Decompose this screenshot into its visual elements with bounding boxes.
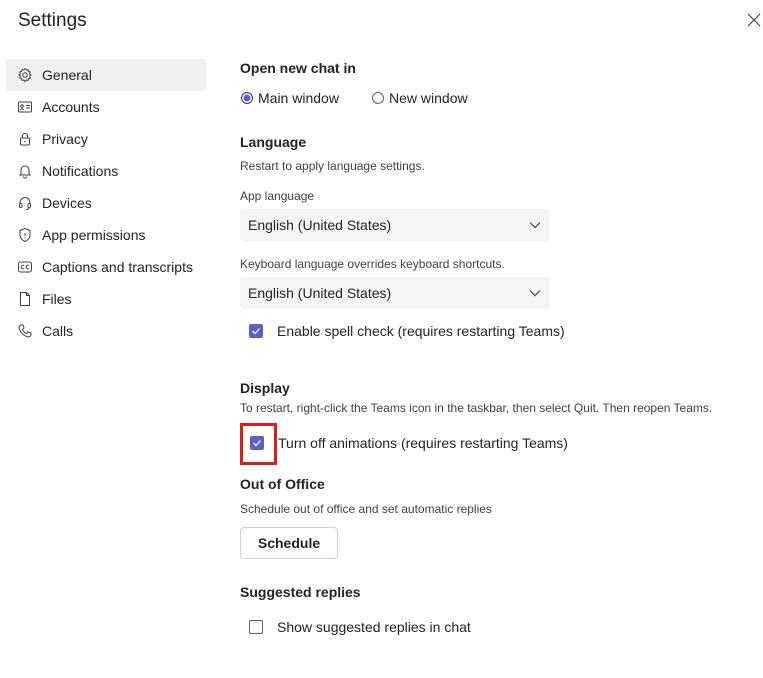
sidebar-item-devices[interactable]: Devices: [6, 187, 206, 219]
radio-label: Main window: [258, 90, 339, 106]
suggested-replies-checkbox[interactable]: [249, 620, 263, 634]
keyboard-language-dropdown[interactable]: English (United States): [240, 277, 550, 309]
sidebar-item-label: General: [42, 67, 92, 83]
shield-icon: [17, 227, 33, 243]
radio-main-window[interactable]: Main window: [241, 90, 339, 106]
lock-icon: [17, 131, 33, 147]
sidebar-item-label: Accounts: [42, 99, 100, 115]
sidebar-item-label: Captions and transcripts: [42, 259, 193, 275]
open-chat-heading: Open new chat in: [240, 60, 356, 76]
schedule-button[interactable]: Schedule: [240, 527, 338, 559]
keyboard-language-label: Keyboard language overrides keyboard sho…: [240, 257, 505, 271]
chevron-down-icon: [529, 290, 541, 297]
language-heading: Language: [240, 134, 307, 150]
suggested-replies-label: Show suggested replies in chat: [277, 619, 471, 635]
sidebar-item-label: Calls: [42, 323, 74, 339]
sidebar-item-captions[interactable]: Captions and transcripts: [6, 251, 206, 283]
close-icon[interactable]: [746, 12, 762, 28]
phone-icon: [17, 323, 33, 339]
settings-title: Settings: [18, 10, 87, 31]
spell-check-label: Enable spell check (requires restarting …: [277, 323, 565, 339]
display-note: To restart, right-click the Teams icon i…: [240, 401, 713, 415]
id-card-icon: [17, 99, 33, 115]
gear-icon: [17, 67, 33, 83]
out-of-office-note: Schedule out of office and set automatic…: [240, 502, 492, 516]
sidebar-item-calls[interactable]: Calls: [6, 315, 206, 347]
sidebar-item-app-permissions[interactable]: App permissions: [6, 219, 206, 251]
sidebar-item-accounts[interactable]: Accounts: [6, 91, 206, 123]
bell-icon: [17, 163, 33, 179]
radio-button[interactable]: [372, 92, 384, 104]
dropdown-value: English (United States): [248, 217, 392, 233]
display-heading: Display: [240, 380, 290, 396]
sidebar-item-label: Privacy: [42, 131, 88, 147]
animations-checkbox[interactable]: [250, 436, 264, 450]
settings-sidebar: General Accounts Privacy Notifications D…: [6, 59, 206, 347]
sidebar-item-files[interactable]: Files: [6, 283, 206, 315]
checkmark-icon: [252, 328, 260, 335]
sidebar-item-notifications[interactable]: Notifications: [6, 155, 206, 187]
cc-icon: [17, 259, 33, 275]
sidebar-item-general[interactable]: General: [6, 59, 206, 91]
animations-option[interactable]: Turn off animations (requires restarting…: [250, 435, 568, 451]
checkmark-icon: [253, 440, 261, 447]
radio-button[interactable]: [241, 92, 253, 104]
sidebar-item-label: App permissions: [42, 227, 146, 243]
suggested-replies-heading: Suggested replies: [240, 584, 361, 600]
out-of-office-heading: Out of Office: [240, 476, 325, 492]
sidebar-item-label: Files: [42, 291, 72, 307]
radio-label: New window: [389, 90, 468, 106]
sidebar-item-label: Notifications: [42, 163, 119, 179]
app-language-label: App language: [240, 189, 315, 203]
sidebar-item-label: Devices: [42, 195, 92, 211]
radio-new-window[interactable]: New window: [372, 90, 468, 106]
chevron-down-icon: [529, 222, 541, 229]
file-icon: [17, 291, 33, 307]
animations-label: Turn off animations (requires restarting…: [278, 435, 568, 451]
suggested-replies-option[interactable]: Show suggested replies in chat: [249, 619, 471, 635]
language-note: Restart to apply language settings.: [240, 159, 425, 173]
app-language-dropdown[interactable]: English (United States): [240, 209, 550, 241]
headset-icon: [17, 195, 33, 211]
spell-check-option[interactable]: Enable spell check (requires restarting …: [249, 323, 565, 339]
spell-check-checkbox[interactable]: [249, 324, 263, 338]
sidebar-item-privacy[interactable]: Privacy: [6, 123, 206, 155]
dropdown-value: English (United States): [248, 285, 392, 301]
